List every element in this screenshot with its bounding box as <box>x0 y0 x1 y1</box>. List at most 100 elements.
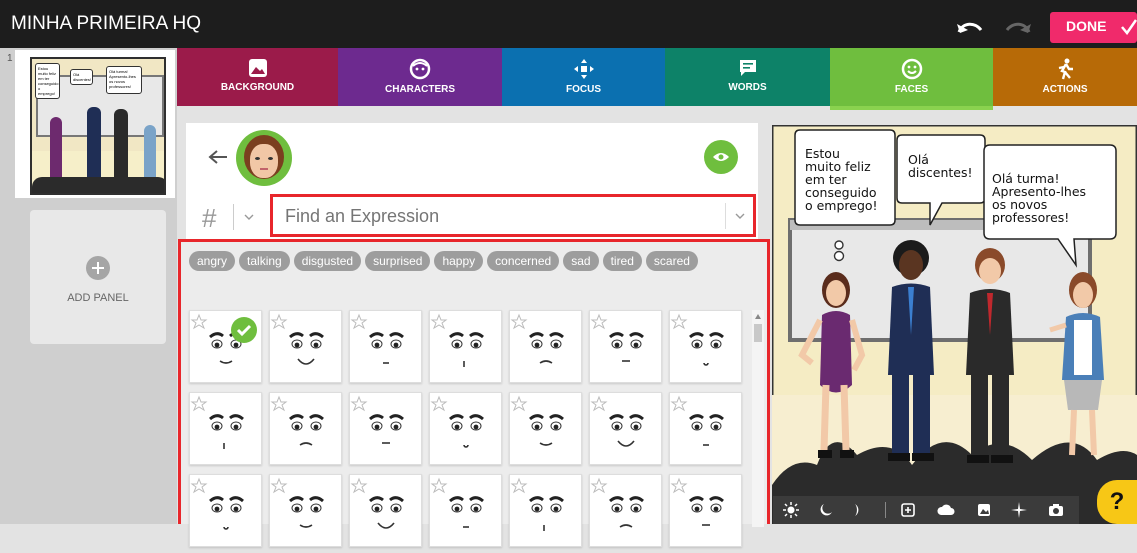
add-panel-label: ADD PANEL <box>67 292 129 304</box>
chip-happy[interactable]: happy <box>434 251 484 271</box>
tab-words[interactable]: WORDS <box>665 48 830 106</box>
expression-face[interactable] <box>189 310 262 383</box>
help-button[interactable]: ? <box>1097 480 1137 524</box>
done-button[interactable]: DONE <box>1050 12 1137 43</box>
crescent-icon[interactable] <box>853 503 863 517</box>
tab-label: WORDS <box>728 82 767 93</box>
expression-face[interactable] <box>429 474 502 547</box>
thumbnail-scene: Estou muito feliz em ter conseguido o empreg… <box>30 57 166 195</box>
chip-concerned[interactable]: concerned <box>487 251 560 271</box>
selected-check-icon <box>231 317 257 343</box>
moon-icon[interactable] <box>819 503 833 517</box>
expression-face[interactable] <box>269 392 342 465</box>
expression-picker: angry talking disgusted surprised happy conce… <box>178 239 770 547</box>
expression-face[interactable] <box>589 310 662 383</box>
expression-face[interactable] <box>509 392 582 465</box>
face-expression-icon <box>430 313 484 367</box>
expression-face[interactable] <box>349 310 422 383</box>
comic-panel[interactable]: Estou muito feliz em ter conseguido o empreg… <box>770 123 1137 526</box>
chip-scared[interactable]: scared <box>645 251 698 271</box>
face-expression-icon <box>510 477 564 531</box>
expression-face[interactable] <box>189 392 262 465</box>
chip-angry[interactable]: angry <box>189 251 236 271</box>
expression-face[interactable] <box>269 474 342 547</box>
bubble-3-text[interactable]: Olá turma! Apresento-lhes os novos professo… <box>992 172 1086 224</box>
back-arrow-icon[interactable] <box>208 149 228 165</box>
running-person-icon <box>1058 58 1073 80</box>
tab-label: FOCUS <box>566 84 601 95</box>
done-label: DONE <box>1066 18 1107 34</box>
chip-talking[interactable]: talking <box>239 251 290 271</box>
speech-icon <box>739 60 756 76</box>
face-expression-icon <box>670 395 724 446</box>
expression-face[interactable] <box>669 392 742 465</box>
face-expression-icon <box>590 477 644 528</box>
chip-tired[interactable]: tired <box>602 251 642 271</box>
tab-characters[interactable]: CHARACTERS <box>338 48 502 106</box>
redo-icon[interactable] <box>1005 20 1031 34</box>
face-expression-icon <box>670 313 724 366</box>
face-expression-icon <box>670 477 724 526</box>
add-layer-icon[interactable] <box>901 503 915 517</box>
expression-search-input[interactable] <box>285 205 705 227</box>
image-icon[interactable] <box>977 503 991 517</box>
panel-thumbnail[interactable]: Estou muito feliz em ter conseguido o empreg… <box>15 50 175 198</box>
expression-face[interactable] <box>349 474 422 547</box>
thumb-bubble-3: Olá turma! Apresento-lhes os novos professo… <box>106 66 142 94</box>
scene-toolbar <box>773 496 1079 524</box>
face-expression-icon <box>510 395 564 446</box>
tab-label: BACKGROUND <box>220 82 295 93</box>
face-expression-icon <box>350 477 404 529</box>
face-expression-icon <box>590 395 644 447</box>
chip-disgusted[interactable]: disgusted <box>293 251 362 271</box>
face-expression-icon <box>430 477 484 528</box>
scroll-up-icon[interactable] <box>755 314 761 319</box>
face-expression-icon <box>350 313 404 364</box>
chevron-down-icon[interactable] <box>735 213 745 219</box>
camera-icon[interactable] <box>1048 503 1064 517</box>
move-arrows-icon <box>573 59 594 79</box>
character-avatar[interactable] <box>236 130 292 186</box>
bubble-1-text[interactable]: Estou muito feliz em ter conseguido o empreg… <box>805 147 878 212</box>
expression-face[interactable] <box>269 310 342 383</box>
add-panel-button[interactable]: ADD PANEL <box>30 210 166 344</box>
face-expression-icon <box>590 313 644 362</box>
sun-icon[interactable] <box>783 502 799 518</box>
expression-face[interactable] <box>509 310 582 383</box>
expression-face[interactable] <box>669 474 742 547</box>
tab-actions[interactable]: ACTIONS <box>993 48 1137 106</box>
grid-scrollbar[interactable] <box>752 310 764 527</box>
scrollbar-thumb[interactable] <box>754 324 762 342</box>
face-expression-icon <box>190 477 244 530</box>
sparkle-icon[interactable] <box>1011 502 1027 518</box>
eye-icon <box>713 153 729 161</box>
bubble-2-text[interactable]: Olá discentes! <box>908 153 973 179</box>
tab-background[interactable]: BACKGROUND <box>177 48 338 106</box>
expression-face[interactable] <box>189 474 262 547</box>
undo-icon[interactable] <box>957 20 983 34</box>
tab-label: ACTIONS <box>1042 84 1088 95</box>
expression-face[interactable] <box>669 310 742 383</box>
face-expression-icon <box>510 313 564 364</box>
tab-label: FACES <box>894 84 929 95</box>
chevron-down-icon[interactable] <box>244 214 254 220</box>
chip-surprised[interactable]: surprised <box>365 251 431 271</box>
plus-icon <box>86 256 110 280</box>
tab-faces[interactable]: FACES <box>830 48 993 110</box>
preview-eye-button[interactable] <box>704 140 738 174</box>
thumb-bubble-2: Olá discentes! <box>70 69 93 85</box>
cloud-icon[interactable] <box>937 504 955 516</box>
expression-face[interactable] <box>429 310 502 383</box>
expression-face[interactable] <box>589 474 662 547</box>
comic-title[interactable]: MINHA PRIMEIRA HQ <box>11 14 201 34</box>
tab-focus[interactable]: FOCUS <box>502 48 665 106</box>
top-bar: MINHA PRIMEIRA HQ DONE <box>0 0 1137 48</box>
expression-face[interactable] <box>429 392 502 465</box>
expression-face[interactable] <box>509 474 582 547</box>
smiley-icon <box>901 58 922 80</box>
hash-filter[interactable]: # <box>202 203 216 234</box>
panel-number: 1 <box>7 53 13 64</box>
expression-face[interactable] <box>589 392 662 465</box>
chip-sad[interactable]: sad <box>563 251 599 271</box>
expression-face[interactable] <box>349 392 422 465</box>
